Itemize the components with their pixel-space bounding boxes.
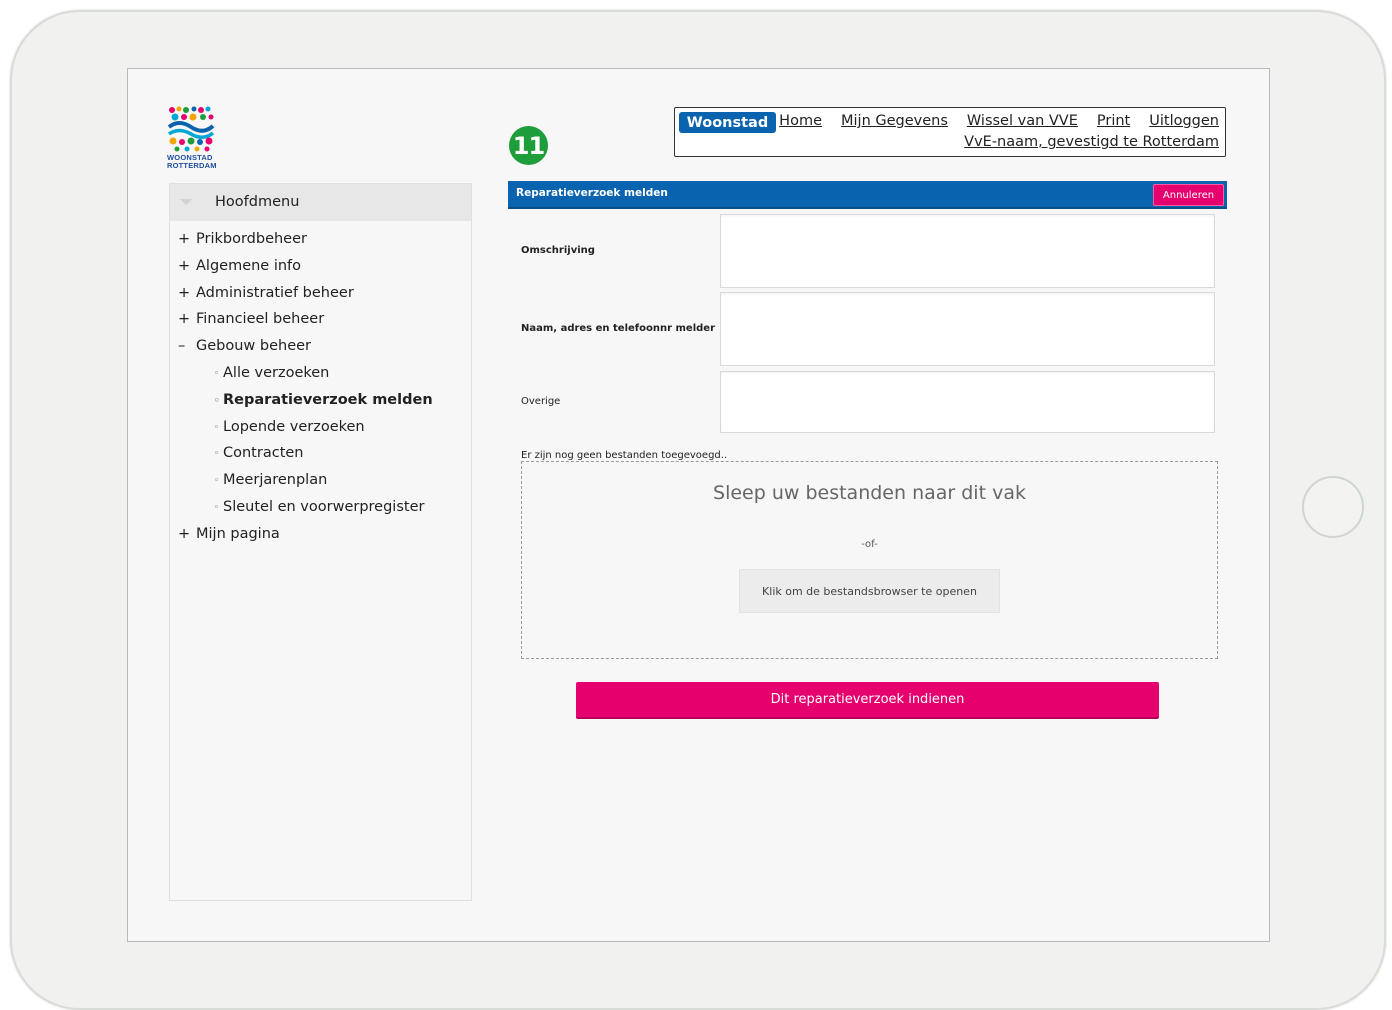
- overige-textarea[interactable]: [720, 371, 1215, 433]
- expand-plus-icon: +: [178, 231, 191, 247]
- melder-textarea[interactable]: [720, 292, 1215, 366]
- melder-label: Naam, adres en telefoonnr melder: [521, 323, 716, 334]
- submenu-item-label: Meerjarenplan: [223, 472, 328, 489]
- submenu-item-contracten[interactable]: ◦ Contracten: [178, 444, 433, 471]
- nav-link-mijn-gegevens[interactable]: Mijn Gegevens: [841, 113, 948, 129]
- nav-link-uitloggen[interactable]: Uitloggen: [1149, 113, 1219, 129]
- cancel-button[interactable]: Annuleren: [1153, 184, 1224, 206]
- vve-name-link[interactable]: VvE-naam, gevestigd te Rotterdam: [964, 134, 1219, 150]
- submit-repair-request-button[interactable]: Dit reparatieverzoek indienen: [576, 682, 1159, 719]
- menu-item-prikbordbeheer[interactable]: + Prikbordbeheer: [178, 230, 433, 257]
- menu-item-label: Gebouw beheer: [196, 338, 312, 355]
- submenu-item-lopende-verzoeken[interactable]: ◦ Lopende verzoeken: [178, 418, 433, 445]
- open-file-browser-button[interactable]: Klik om de bestandsbrowser te openen: [739, 569, 1000, 613]
- bullet-icon: ◦: [214, 476, 220, 487]
- expand-plus-icon: +: [178, 284, 191, 301]
- menu-item-label: Mijn pagina: [196, 525, 280, 542]
- sidebar-menu: Hoofdmenu + Prikbordbeheer + Algemene info…: [169, 183, 472, 901]
- bullet-icon: ◦: [214, 395, 220, 406]
- menu-item-label: Financieel beheer: [196, 311, 325, 328]
- submenu-item-label: Sleutel en voorwerpregister: [223, 498, 425, 515]
- nav-link-print[interactable]: Print: [1097, 113, 1130, 129]
- submenu-item-label: Alle verzoeken: [223, 364, 330, 381]
- submenu-item-meerjarenplan[interactable]: ◦ Meerjarenplan: [178, 471, 433, 498]
- menu-item-administratief-beheer[interactable]: + Administratief beheer: [178, 284, 433, 311]
- bullet-icon: ◦: [214, 502, 220, 513]
- omschrijving-textarea[interactable]: [720, 214, 1215, 288]
- caret-down-icon: [180, 199, 192, 205]
- sidebar-header[interactable]: Hoofdmenu: [170, 184, 471, 221]
- vve-row: VvE-naam, gevestigd te Rotterdam: [964, 134, 1219, 150]
- upload-status-text: Er zijn nog geen bestanden toegevoegd..: [521, 450, 728, 461]
- logo-wordmark: WOONSTAD ROTTERDAM: [167, 154, 217, 170]
- menu-item-label: Prikbordbeheer: [196, 231, 307, 247]
- menu-item-label: Algemene info: [196, 257, 302, 274]
- woonstad-logo[interactable]: WOONSTAD ROTTERDAM: [167, 106, 217, 172]
- nav-link-home[interactable]: Home: [779, 113, 822, 129]
- menu-item-algemene-info[interactable]: + Algemene info: [178, 257, 433, 284]
- menu-item-label: Administratief beheer: [196, 284, 354, 301]
- panel-title: Reparatieverzoek melden: [516, 187, 668, 199]
- top-navigation: Woonstad Home Mijn Gegevens Wissel van V…: [674, 107, 1226, 157]
- collapse-minus-icon: –: [178, 338, 186, 355]
- submenu-item-sleutel-en-voorwerpregister[interactable]: ◦ Sleutel en voorwerpregister: [178, 498, 433, 525]
- overige-label: Overige: [521, 396, 561, 407]
- dropzone-or-text: -of-: [861, 539, 878, 550]
- menu-item-gebouw-beheer[interactable]: – Gebouw beheer: [178, 337, 433, 364]
- menu-item-mijn-pagina[interactable]: + Mijn pagina: [178, 525, 433, 552]
- sidebar-title: Hoofdmenu: [215, 194, 300, 210]
- dropzone-title: Sleep uw bestanden naar dit vak: [713, 482, 1026, 504]
- panel-header: Reparatieverzoek melden Annuleren: [508, 181, 1227, 209]
- submenu-item-label: Contracten: [223, 445, 304, 462]
- expand-plus-icon: +: [178, 257, 191, 274]
- step-number-badge: 11: [509, 126, 548, 165]
- logo-mark-icon: [167, 106, 215, 152]
- submenu-item-alle-verzoeken[interactable]: ◦ Alle verzoeken: [178, 364, 433, 391]
- bullet-icon: ◦: [214, 449, 220, 460]
- expand-plus-icon: +: [178, 525, 191, 542]
- menu-item-financieel-beheer[interactable]: + Financieel beheer: [178, 310, 433, 337]
- app-screen: WOONSTAD ROTTERDAM 11 Woonstad Home Mijn…: [127, 68, 1270, 942]
- top-nav-links: Home Mijn Gegevens Wissel van VVE Print …: [779, 113, 1219, 129]
- woonstad-brand-button[interactable]: Woonstad: [679, 112, 776, 133]
- tablet-home-button: [1302, 476, 1364, 538]
- main-menu-list: + Prikbordbeheer + Algemene info + Administ…: [178, 230, 433, 552]
- nav-link-wissel-van-vve[interactable]: Wissel van VVE: [967, 113, 1078, 129]
- submenu-item-reparatieverzoek-melden[interactable]: ◦ Reparatieverzoek melden: [178, 391, 433, 418]
- bullet-icon: ◦: [214, 422, 220, 433]
- submenu-item-label: Lopende verzoeken: [223, 418, 365, 435]
- logo-line-2: ROTTERDAM: [167, 161, 217, 170]
- expand-plus-icon: +: [178, 311, 191, 328]
- file-dropzone[interactable]: Sleep uw bestanden naar dit vak -of- Kli…: [521, 461, 1218, 659]
- bullet-icon: ◦: [214, 368, 220, 379]
- omschrijving-label: Omschrijving: [521, 245, 595, 256]
- submenu-item-label: Reparatieverzoek melden: [223, 391, 433, 408]
